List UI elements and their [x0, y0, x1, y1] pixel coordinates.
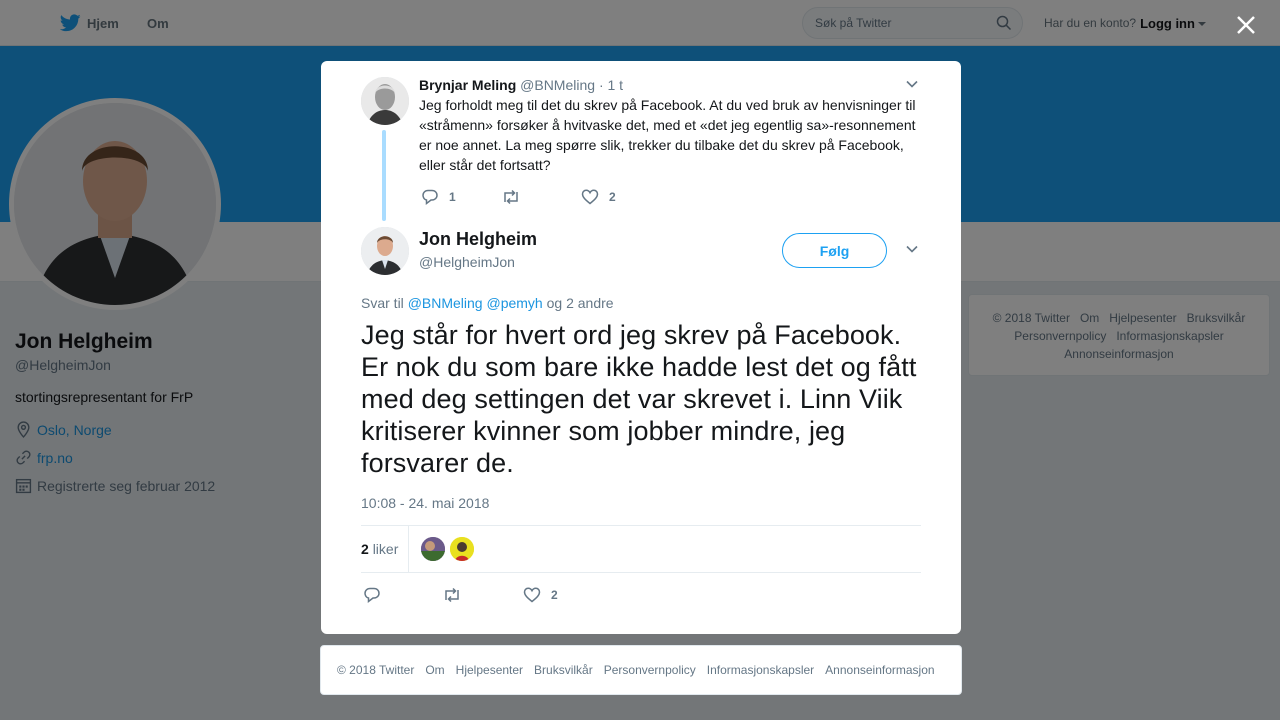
- main-avatar-photo: [361, 227, 409, 275]
- thread-line: [382, 130, 386, 221]
- footer-link-privacy[interactable]: Personvernpolicy: [604, 663, 696, 677]
- main-retweet-button[interactable]: [442, 586, 472, 604]
- chevron-down-icon[interactable]: [905, 77, 919, 91]
- modal-footer: © 2018 Twitter Om Hjelpesenter Bruksvilk…: [320, 645, 962, 695]
- chevron-down-icon[interactable]: [905, 242, 919, 256]
- mention-link[interactable]: @pemyh: [486, 295, 542, 311]
- parent-reply-button[interactable]: 1: [421, 188, 456, 206]
- retweet-icon: [504, 189, 518, 205]
- reply-others[interactable]: og 2 andre: [547, 295, 614, 311]
- liker-avatar[interactable]: [450, 537, 474, 561]
- reply-context: Svar til @BNMeling @pemyh og 2 andre: [361, 295, 614, 311]
- liker-avatar[interactable]: [421, 537, 445, 561]
- parent-retweet-button[interactable]: [501, 188, 531, 206]
- parent-tweet-header: Brynjar Meling @BNMeling · 1 t: [419, 77, 623, 93]
- liker-avatar-photo: [450, 537, 474, 561]
- tweet-timestamp[interactable]: 10:08 - 24. mai 2018: [361, 495, 489, 511]
- footer-copyright: © 2018 Twitter: [337, 663, 415, 677]
- parent-author-name[interactable]: Brynjar Meling: [419, 77, 516, 93]
- parent-avatar-photo: [361, 77, 409, 125]
- main-author-handle[interactable]: @HelgheimJon: [419, 254, 515, 270]
- tweet-stats: 2 liker: [361, 525, 921, 573]
- parent-tweet-text: Jeg forholdt meg til det du skrev på Fac…: [419, 97, 916, 173]
- parent-like-count: 2: [609, 190, 616, 204]
- follow-button[interactable]: Følg: [782, 233, 887, 268]
- footer-link-terms[interactable]: Bruksvilkår: [534, 663, 593, 677]
- reply-icon: [364, 587, 380, 604]
- reply-icon: [422, 189, 438, 206]
- parent-like-button[interactable]: 2: [581, 188, 616, 206]
- footer-link-help[interactable]: Hjelpesenter: [456, 663, 523, 677]
- footer-link-cookies[interactable]: Informasjonskapsler: [707, 663, 814, 677]
- reply-prefix: Svar til: [361, 295, 404, 311]
- main-tweet-text: Jeg står for hvert ord jeg skrev på Face…: [361, 320, 917, 478]
- likes-count[interactable]: 2 liker: [361, 541, 398, 557]
- footer-link-about[interactable]: Om: [425, 663, 444, 677]
- parent-tweet-time[interactable]: · 1 t: [599, 77, 623, 93]
- close-icon[interactable]: [1232, 11, 1260, 39]
- retweet-icon: [445, 587, 459, 603]
- mention-link[interactable]: @BNMeling: [408, 295, 483, 311]
- main-like-button[interactable]: 2: [523, 586, 558, 604]
- heart-icon: [523, 587, 541, 603]
- parent-author-handle[interactable]: @BNMeling: [520, 77, 595, 93]
- likes-word: liker: [372, 541, 399, 557]
- main-like-count: 2: [551, 588, 558, 602]
- tweet-modal: Brynjar Meling @BNMeling · 1 t Jeg forho…: [321, 61, 961, 634]
- parent-reply-count: 1: [449, 190, 456, 204]
- likes-number: 2: [361, 541, 369, 557]
- parent-tweet-avatar[interactable]: [361, 77, 409, 125]
- footer-link-ads[interactable]: Annonseinformasjon: [825, 663, 934, 677]
- heart-icon: [581, 189, 599, 205]
- main-tweet-avatar[interactable]: [361, 227, 409, 275]
- main-reply-button[interactable]: [363, 586, 391, 604]
- stats-divider: [408, 526, 409, 572]
- liker-avatar-photo: [421, 537, 445, 561]
- main-author-name[interactable]: Jon Helgheim: [419, 229, 537, 250]
